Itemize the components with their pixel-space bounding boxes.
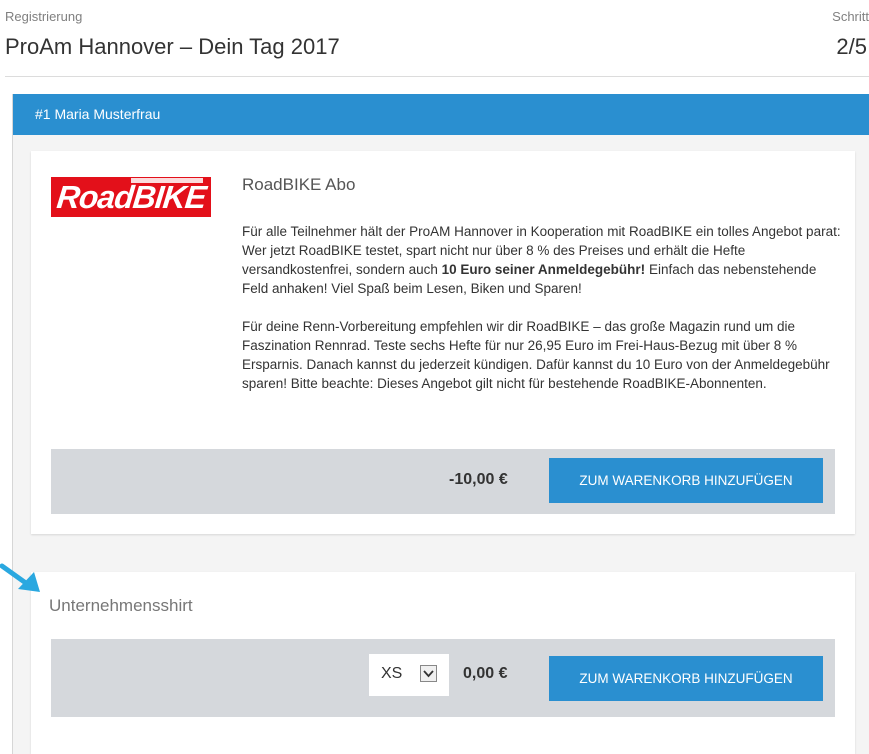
offer-price: -10,00 € [449,471,508,488]
participant-panel: #1 Maria Musterfrau RoadBIKE RoadBIKE Ab… [12,94,869,754]
offer-cart-bar: -10,00 € ZUM WARENKORB HINZUFÜGEN [51,449,835,514]
logo-text: RoadBIKE [55,179,208,215]
shirt-title: Unternehmensshirt [49,596,193,615]
participant-header: #1 Maria Musterfrau [13,94,869,135]
offer-paragraph-1: Für alle Teilnehmer hält der ProAM Hanno… [242,222,842,298]
arrow-icon [0,563,40,592]
shirt-size-select[interactable]: XS [369,654,449,696]
offer-paragraph-2: Für deine Renn-Vorbereitung empfehlen wi… [242,319,830,391]
shirt-size-value: XS [381,665,403,682]
step-label: Schritt [832,9,869,24]
offer-title: RoadBIKE Abo [242,175,356,194]
offer-description: Für alle Teilnehmer hält der ProAM Hanno… [242,222,842,412]
shirt-card: Unternehmensshirt XS 0,00 € ZUM WARENKOR… [31,572,855,754]
shirt-price: 0,00 € [463,665,508,682]
add-shirt-to-cart-button[interactable]: ZUM WARENKORB HINZUFÜGEN [549,656,823,701]
step-indicator: 2/5 [836,34,867,59]
breadcrumb: Registrierung [5,9,83,24]
roadbike-offer-card: RoadBIKE RoadBIKE Abo Für alle Teilnehme… [31,151,855,534]
shirt-cart-bar: XS 0,00 € ZUM WARENKORB HINZUFÜGEN [51,639,835,717]
chevron-down-icon[interactable] [420,665,437,682]
add-offer-to-cart-button[interactable]: ZUM WARENKORB HINZUFÜGEN [549,458,823,503]
page-title: ProAm Hannover – Dein Tag 2017 [5,34,340,59]
registration-header: Registrierung ProAm Hannover – Dein Tag … [0,0,869,78]
offer-highlight: 10 Euro seiner Anmeldegebühr! [441,262,646,277]
header-divider [5,76,869,77]
roadbike-logo: RoadBIKE [51,177,211,217]
